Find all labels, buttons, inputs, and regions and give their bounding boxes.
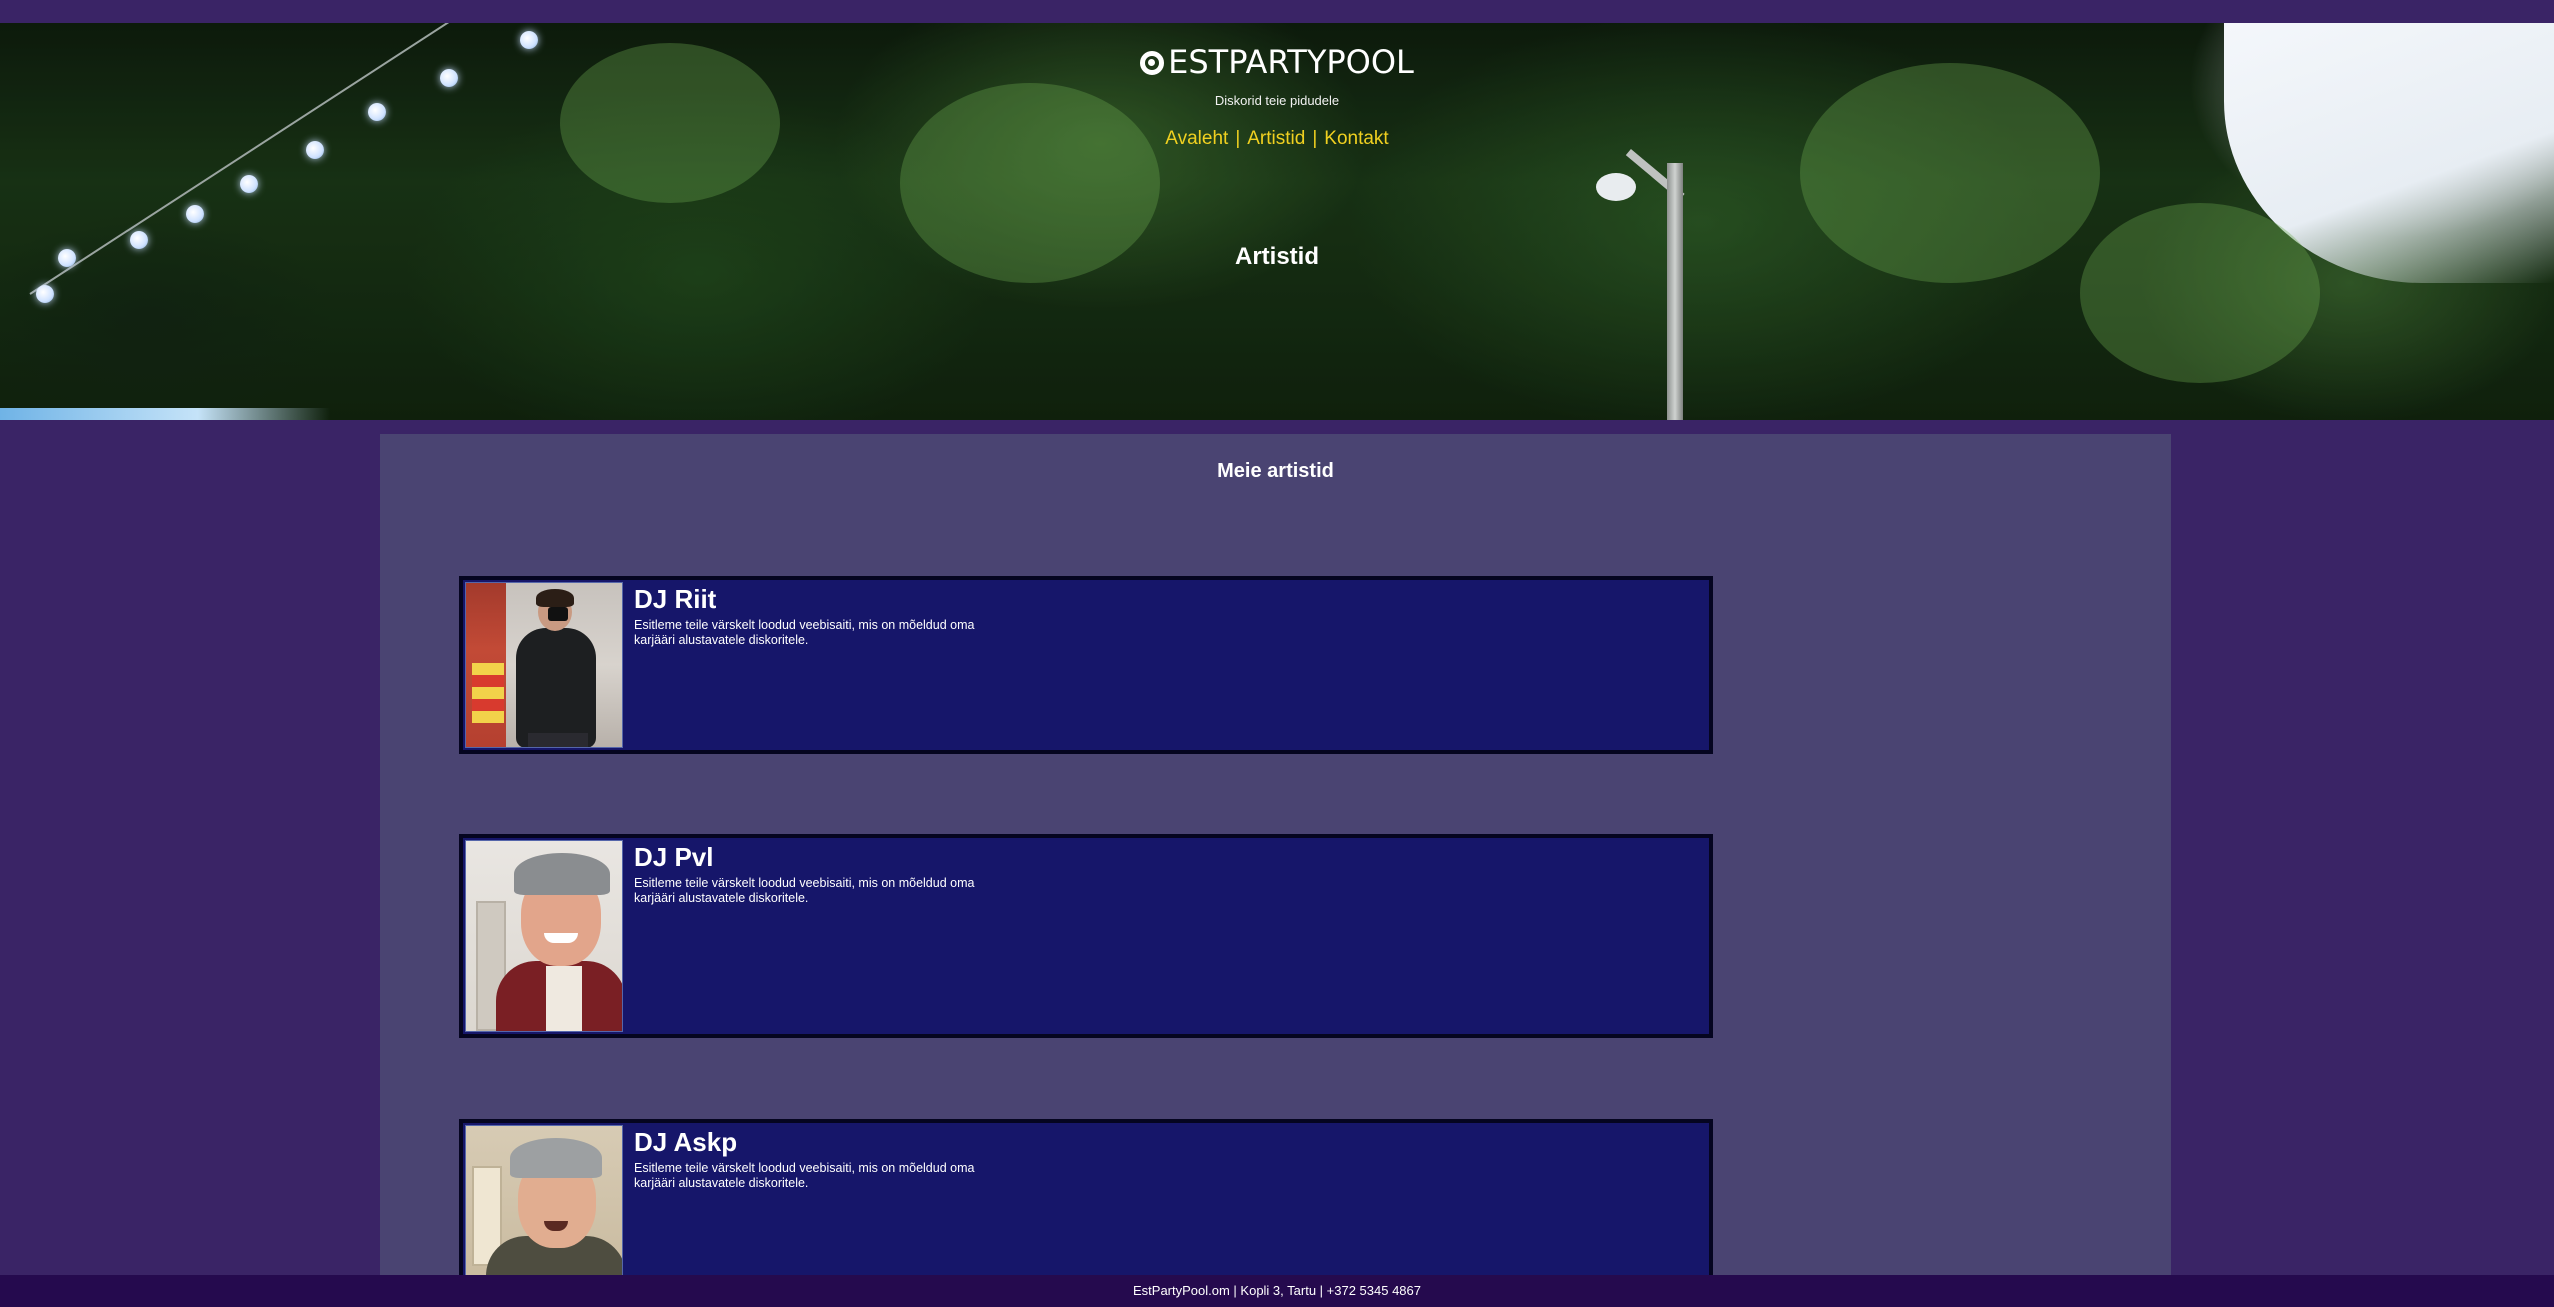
nav-separator: |: [1235, 128, 1241, 149]
nav-link-kontakt[interactable]: Kontakt: [1324, 128, 1388, 149]
artist-photo: [465, 582, 623, 748]
artist-description: Esitleme teile värskelt loodud veebisait…: [634, 618, 975, 647]
light-bulb: [186, 205, 204, 223]
street-lamp-post: [1667, 163, 1683, 420]
site-logo[interactable]: ESTPARTYPOOL: [0, 43, 2554, 81]
section-title: Meie artistid: [1217, 460, 1334, 482]
site-tagline: Diskorid teie pidudele: [1214, 93, 1340, 108]
page: ESTPARTYPOOL Diskorid teie pidudele Aval…: [0, 0, 2554, 1307]
artists-section: Meie artistid DJ Riit Esitleme teile vär…: [380, 434, 2171, 1275]
artist-card[interactable]: DJ Askp Esitleme teile värskelt loodud v…: [459, 1119, 1713, 1275]
artist-photo: [465, 1125, 623, 1275]
hero-title: Artistid: [1235, 243, 1319, 270]
hero-ground: [0, 408, 330, 420]
footer-text: EstPartyPool.om | Kopli 3, Tartu | +372 …: [1133, 1283, 1421, 1298]
site-footer: EstPartyPool.om | Kopli 3, Tartu | +372 …: [0, 1275, 2554, 1307]
light-bulb: [240, 175, 258, 193]
logo-icon: [1140, 51, 1165, 75]
artist-description: Esitleme teile värskelt loodud veebisait…: [634, 876, 975, 905]
artist-card[interactable]: DJ Riit Esitleme teile värskelt loodud v…: [459, 576, 1713, 754]
artist-card[interactable]: DJ Pvl Esitleme teile värskelt loodud ve…: [459, 834, 1713, 1038]
light-bulb: [36, 285, 54, 303]
main-nav: Avaleht | Artistid | Kontakt: [0, 128, 2554, 150]
street-lamp-head: [1596, 173, 1636, 201]
nav-link-artistid[interactable]: Artistid: [1247, 128, 1305, 149]
nav-link-avaleht[interactable]: Avaleht: [1165, 128, 1228, 149]
artist-name: DJ Askp: [634, 1127, 738, 1157]
artist-name: DJ Pvl: [634, 842, 714, 872]
artist-name: DJ Riit: [634, 584, 717, 614]
artist-photo: [465, 840, 623, 1032]
hero-foliage: [2080, 203, 2320, 383]
hero-banner: ESTPARTYPOOL Diskorid teie pidudele Aval…: [0, 23, 2554, 420]
nav-separator: |: [1312, 128, 1318, 149]
artist-description: Esitleme teile värskelt loodud veebisait…: [634, 1161, 975, 1190]
brand-name: ESTPARTYPOOL: [1168, 43, 1414, 81]
